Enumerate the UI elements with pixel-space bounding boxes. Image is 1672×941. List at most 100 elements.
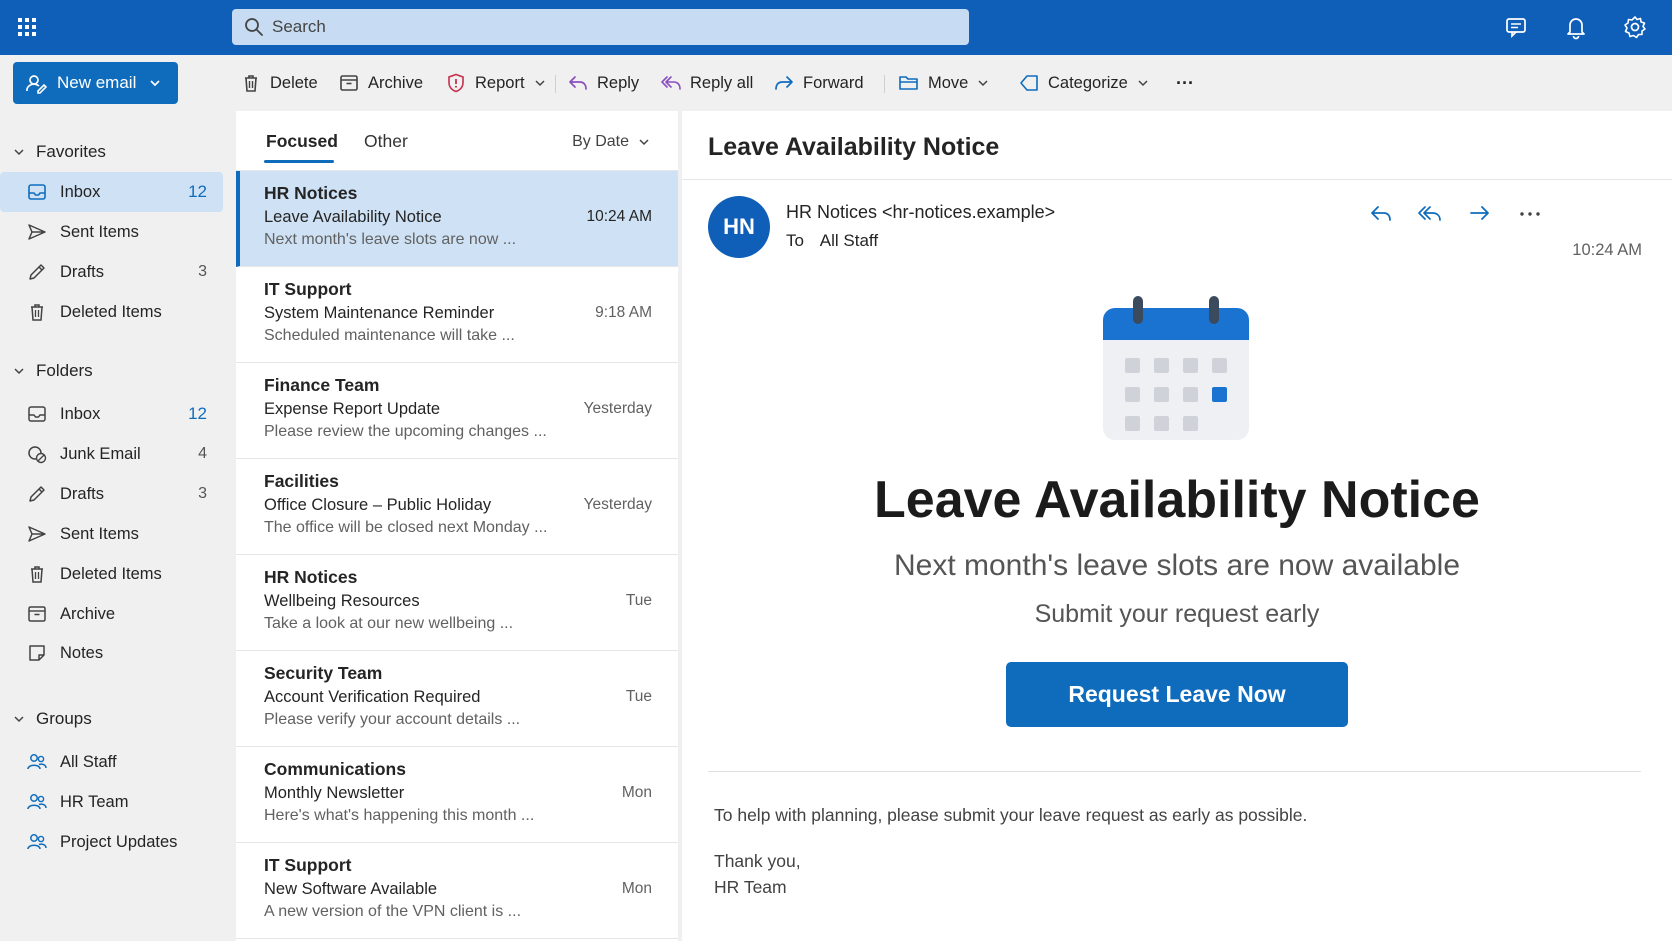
message-subject: Office Closure – Public Holiday: [264, 496, 492, 514]
folder-move-icon: [899, 76, 918, 90]
message-preview: The office will be closed next Monday ..…: [264, 519, 548, 536]
feedback-icon[interactable]: [1503, 14, 1529, 40]
message-time: Mon: [621, 880, 652, 897]
nav-item-label: Drafts: [60, 262, 105, 281]
reply-all-button[interactable]: Reply all: [660, 69, 753, 97]
list-item[interactable]: Finance Team Expense Report Update Pleas…: [236, 363, 678, 459]
forward-button[interactable]: Forward: [773, 69, 864, 97]
message-time: Tue: [625, 688, 652, 705]
trash-icon: [31, 566, 43, 583]
more-actions-icon[interactable]: [1517, 201, 1543, 227]
forward-icon[interactable]: [1467, 201, 1493, 227]
group-hr-team[interactable]: HR Team: [0, 782, 223, 822]
folder-archive[interactable]: Archive: [0, 594, 223, 634]
nav-item-label: All Staff: [60, 752, 117, 771]
list-item[interactable]: HR Notices Leave Availability Notice Nex…: [236, 171, 678, 267]
favorites-sent-items[interactable]: Sent Items: [0, 212, 223, 252]
nav-item-label: Junk Email: [60, 444, 141, 463]
new-email-label: New email: [57, 73, 137, 92]
message-preview: Take a look at our new wellbeing ...: [264, 615, 514, 632]
message-preview: Here's what's happening this month ...: [264, 807, 535, 824]
divider: [884, 75, 885, 93]
reply-button[interactable]: Reply: [567, 69, 639, 97]
more-commands-button[interactable]: ···: [1176, 69, 1194, 97]
message-subject: System Maintenance Reminder: [264, 304, 495, 322]
folder-inbox[interactable]: Inbox 12: [0, 394, 223, 434]
note-icon: [29, 645, 45, 661]
bell-icon[interactable]: [1563, 14, 1589, 40]
message-title: Leave Availability Notice: [708, 133, 1000, 161]
favorites-inbox[interactable]: Inbox 12: [0, 172, 223, 212]
message-preview: Scheduled maintenance will take ...: [264, 327, 515, 344]
message-subject: Account Verification Required: [264, 688, 481, 706]
reply-all-label: Reply all: [690, 73, 754, 92]
list-item[interactable]: Facilities Office Closure – Public Holid…: [236, 459, 678, 555]
categorize-button[interactable]: Categorize: [1018, 69, 1149, 97]
nav-item-label: Drafts: [60, 484, 105, 503]
group-project-updates[interactable]: Project Updates: [0, 822, 223, 862]
groups-header[interactable]: Groups: [12, 706, 92, 732]
to-label: To: [786, 231, 804, 250]
avatar: HN: [708, 196, 770, 258]
tab-other[interactable]: Other: [364, 131, 408, 152]
chevron-down-icon[interactable]: [1137, 77, 1149, 89]
top-bar: [0, 0, 1672, 55]
chevron-down-icon: [14, 368, 24, 375]
report-button[interactable]: Report: [445, 69, 546, 97]
tag-icon: [1020, 75, 1038, 91]
recipient[interactable]: All Staff: [820, 231, 878, 250]
message-sender: Finance Team: [264, 375, 380, 395]
list-item[interactable]: IT Support System Maintenance Reminder S…: [236, 267, 678, 363]
chevron-down-icon[interactable]: [977, 77, 989, 89]
app-launcher-icon[interactable]: [14, 14, 40, 40]
favorites-deleted-items[interactable]: Deleted Items: [0, 292, 223, 332]
folder-sent-items[interactable]: Sent Items: [0, 514, 223, 554]
message-subject: New Software Available: [264, 880, 438, 898]
archive-button[interactable]: Archive: [338, 69, 423, 97]
tab-focused[interactable]: Focused: [266, 131, 338, 152]
trash-icon: [245, 75, 257, 92]
message-sender: IT Support: [264, 279, 352, 299]
message-sender: IT Support: [264, 855, 352, 875]
report-label: Report: [475, 73, 525, 92]
sender-address[interactable]: HR Notices <hr-notices.example>: [786, 202, 1055, 223]
sort-dropdown[interactable]: By Date: [572, 133, 650, 151]
gear-icon[interactable]: [1622, 14, 1648, 40]
folder-deleted-items[interactable]: Deleted Items: [0, 554, 223, 594]
nav-item-label: HR Team: [60, 792, 129, 811]
calendar-icon: [1101, 296, 1251, 442]
favorites-header[interactable]: Favorites: [12, 139, 106, 165]
message-preview: Please verify your account details ...: [264, 711, 521, 728]
move-button[interactable]: Move: [898, 69, 989, 97]
folders-header[interactable]: Folders: [12, 358, 93, 384]
list-item[interactable]: IT Support New Software Available A new …: [236, 843, 678, 939]
folder-notes[interactable]: Notes: [0, 633, 223, 673]
nav-item-label: Deleted Items: [60, 564, 162, 583]
group-all-staff[interactable]: All Staff: [0, 742, 223, 782]
item-count: 3: [198, 263, 207, 280]
reply-icon[interactable]: [1368, 201, 1394, 227]
search-box[interactable]: [232, 9, 969, 45]
chevron-down-icon[interactable]: [148, 76, 162, 90]
favorites-drafts[interactable]: Drafts 3: [0, 252, 223, 292]
shield-icon: [448, 73, 464, 93]
groups-label: Groups: [36, 709, 92, 728]
reply-all-icon[interactable]: [1417, 201, 1443, 227]
send-icon: [28, 224, 46, 240]
delete-button[interactable]: Delete: [240, 69, 318, 97]
folder-drafts[interactable]: Drafts 3: [0, 474, 223, 514]
message-time: Mon: [621, 784, 652, 801]
folder-junk-email[interactable]: Junk Email 4: [0, 434, 223, 474]
list-item[interactable]: Communications Monthly Newsletter Here's…: [236, 747, 678, 843]
divider: [682, 179, 1672, 180]
list-tabs: Focused Other By Date: [236, 111, 678, 171]
list-item[interactable]: Security Team Account Verification Requi…: [236, 651, 678, 747]
search-input[interactable]: [272, 17, 932, 37]
request-leave-button[interactable]: Request Leave Now: [1006, 662, 1348, 727]
list-item[interactable]: HR Notices Wellbeing Resources Take a lo…: [236, 555, 678, 651]
message-preview: A new version of the VPN client is ...: [264, 903, 522, 920]
email-subheading-secondary: Submit your request early: [1034, 600, 1320, 628]
chevron-down-icon[interactable]: [534, 77, 546, 89]
new-email-button[interactable]: New email: [13, 62, 178, 104]
message-time: Yesterday: [583, 496, 652, 513]
